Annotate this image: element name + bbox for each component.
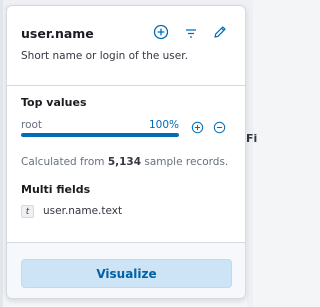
plus-circle-icon xyxy=(191,121,203,133)
filter-out-value-button[interactable] xyxy=(211,119,227,135)
add-filter-button[interactable] xyxy=(152,23,170,41)
top-value-bar-track xyxy=(21,133,179,137)
field-description: Short name or login of the user. xyxy=(21,50,188,62)
calc-suffix: sample records. xyxy=(141,156,229,168)
minus-circle-icon xyxy=(213,121,225,133)
top-values-title: Top values xyxy=(21,96,87,109)
background-left-edge xyxy=(0,0,3,307)
text-type-icon: t xyxy=(21,205,34,218)
field-name-title: user.name xyxy=(21,26,94,41)
filter-icon xyxy=(186,29,196,38)
background-partial-text: Fi xyxy=(246,132,258,145)
edit-field-button[interactable] xyxy=(211,23,229,41)
header-divider xyxy=(7,85,245,86)
filter-for-value-button[interactable] xyxy=(189,119,205,135)
calc-prefix: Calculated from xyxy=(21,156,108,168)
sample-records-note: Calculated from 5,134 sample records. xyxy=(21,156,245,168)
multi-fields-title: Multi fields xyxy=(21,183,91,196)
background-right-panel xyxy=(247,0,253,307)
sample-count: 5,134 xyxy=(107,156,142,168)
visualize-button[interactable]: Visualize xyxy=(21,259,232,288)
top-value-percent: 100% xyxy=(149,119,180,131)
filter-for-field-button[interactable] xyxy=(182,24,200,42)
plus-circle-icon xyxy=(153,24,169,40)
multi-field-name: user.name.text xyxy=(43,205,123,217)
pencil-icon xyxy=(214,26,226,38)
top-value-label: root xyxy=(21,119,43,131)
top-value-bar-fill xyxy=(21,133,179,137)
field-details-popover: user.name Short name or login of the use… xyxy=(6,5,246,299)
